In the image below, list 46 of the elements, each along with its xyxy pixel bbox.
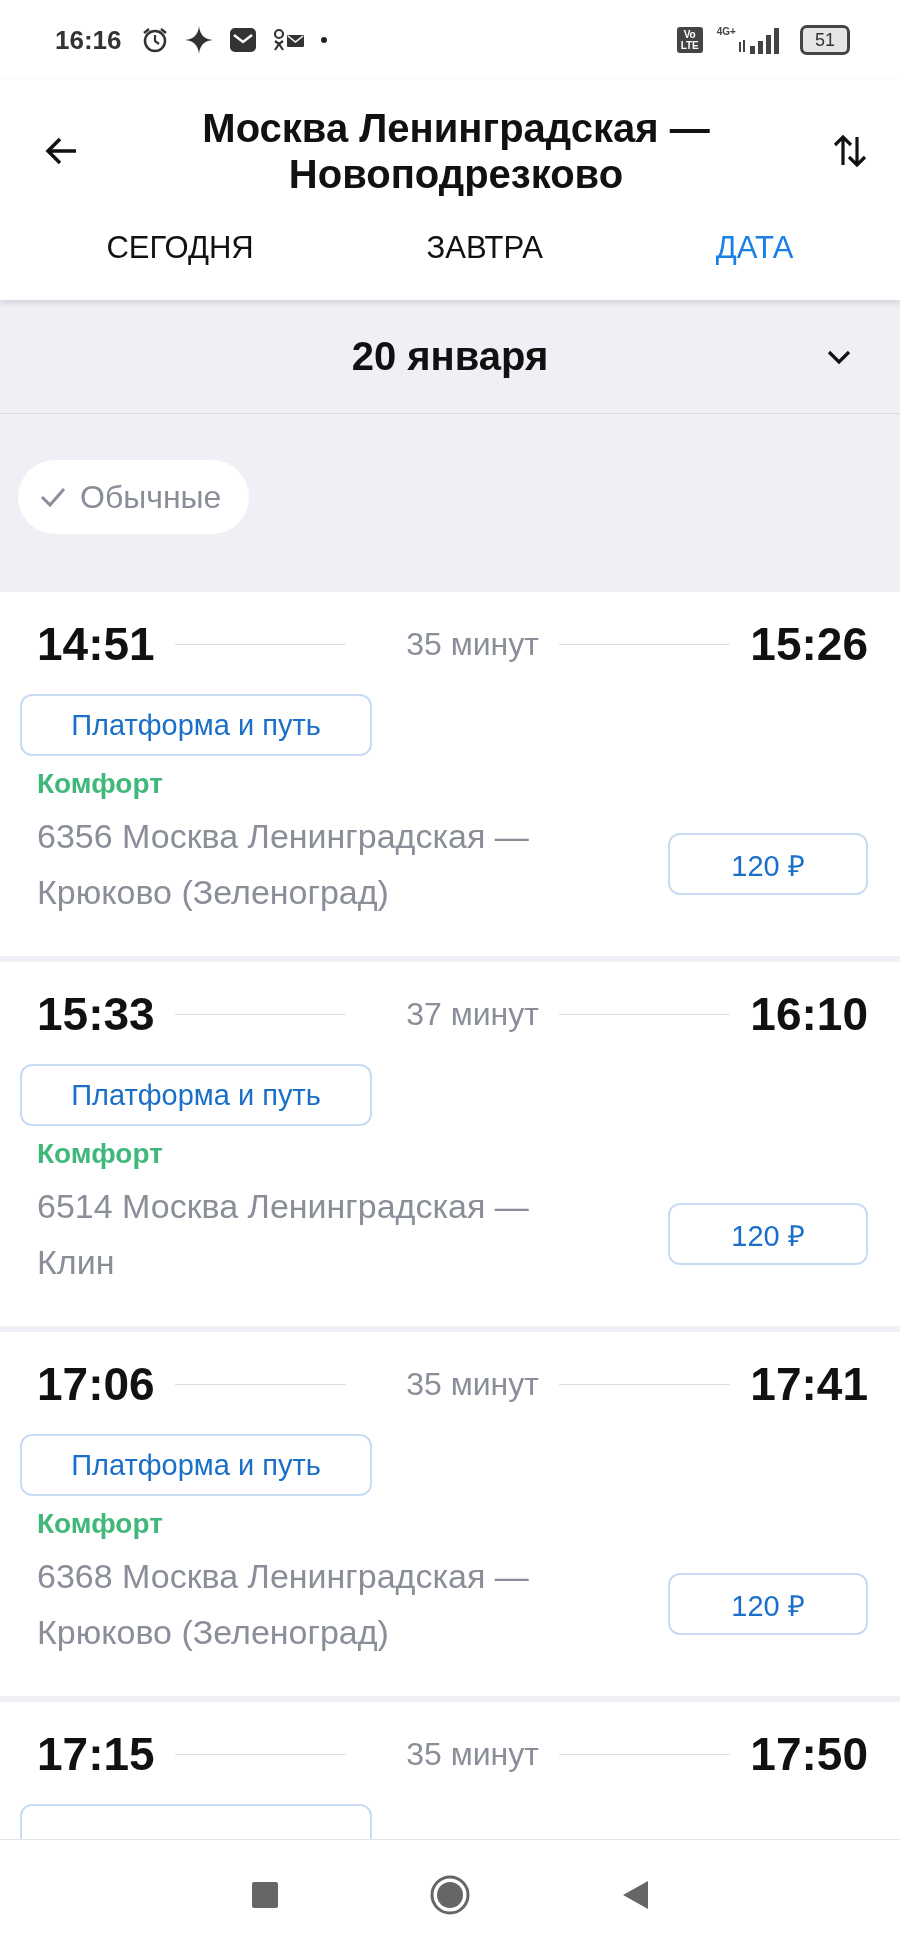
train-card[interactable]: 17:15 35 минут 17:50 — [0, 1702, 900, 1839]
train-card[interactable]: 15:33 37 минут 16:10 Платформа и путь Комфорт 6514 Москва Ленинградская — Клин 120 ₽ — [0, 962, 900, 1326]
departure-time: 15:33 — [37, 987, 155, 1041]
price-button[interactable]: 120 ₽ — [668, 1573, 868, 1635]
home-icon[interactable] — [429, 1874, 471, 1916]
travel-duration: 35 минут — [406, 1365, 539, 1403]
departure-time: 17:15 — [37, 1727, 155, 1781]
date-tab[interactable]: ДАТА — [685, 210, 824, 286]
person-mail-icon — [271, 28, 306, 52]
price-button[interactable]: 120 ₽ — [668, 1203, 868, 1265]
arrival-time: 15:26 — [750, 617, 868, 671]
date-tab[interactable]: ЗАВТРА — [396, 210, 573, 286]
train-class: Комфорт — [37, 1138, 164, 1170]
route-title: Москва Ленинградская — Новоподрезково — [201, 105, 711, 197]
departure-time: 14:51 — [37, 617, 155, 671]
travel-duration: 35 минут — [406, 1735, 539, 1773]
back-icon[interactable] — [621, 1879, 649, 1911]
travel-duration: 35 минут — [406, 625, 539, 663]
arrival-time: 17:41 — [750, 1357, 868, 1411]
filter-chip[interactable]: Обычные — [18, 460, 250, 534]
platform-button[interactable]: Платформа и путь — [20, 694, 372, 756]
arrival-time: 17:50 — [750, 1727, 868, 1781]
platform-button[interactable]: Платформа и путь — [20, 1064, 372, 1126]
travel-duration: 37 минут — [406, 995, 539, 1033]
train-route: 6514 Москва Ленинградская — Клин — [37, 1186, 530, 1283]
arrival-time: 16:10 — [750, 987, 868, 1041]
dot-icon — [319, 36, 328, 44]
mail-icon — [227, 25, 258, 55]
train-class: Комфорт — [37, 768, 164, 800]
train-route: 6356 Москва Ленинградская — Крюково (Зеленоград) — [37, 816, 530, 913]
network-type: 4G+ — [716, 26, 736, 37]
selected-date: 20 января — [351, 334, 549, 379]
date-tab[interactable]: СЕГОДНЯ — [76, 210, 284, 286]
price-button[interactable]: 120 ₽ — [668, 833, 868, 895]
recent-apps-icon[interactable] — [251, 1881, 279, 1909]
platform-button[interactable]: Платформа и путь — [20, 1434, 372, 1496]
checkmark-icon — [40, 486, 66, 508]
train-class: Комфорт — [37, 1508, 164, 1540]
train-card[interactable]: 17:06 35 минут 17:41 Платформа и путь Комфорт 6368 Москва Ленинградская — Крюково (Зеленоград) 120 ₽ — [0, 1332, 900, 1696]
train-route: 6368 Москва Ленинградская — Крюково (Зеленоград) — [37, 1556, 530, 1653]
train-card[interactable]: 14:51 35 минут 15:26 Платформа и путь Комфорт 6356 Москва Ленинградская — Крюково (Зеленоград) 120 ₽ — [0, 592, 900, 956]
status-time: 16:16 — [55, 24, 122, 56]
chevron-down-icon — [826, 349, 852, 365]
battery-indicator: 51 — [799, 25, 850, 55]
volte-badge: Vo LTE — [676, 27, 703, 53]
departure-time: 17:06 — [37, 1357, 155, 1411]
